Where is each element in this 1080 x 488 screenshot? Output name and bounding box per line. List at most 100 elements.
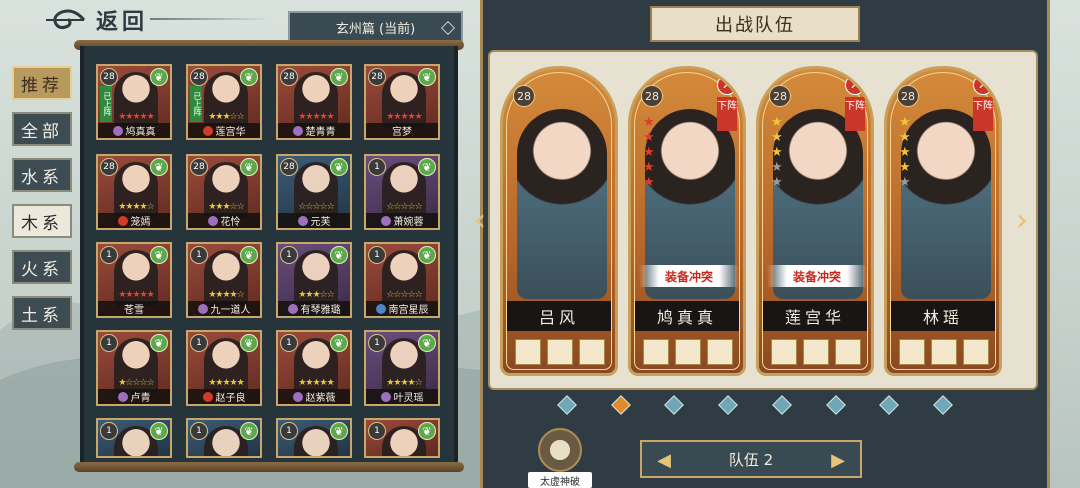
hero-stars: ☆☆☆☆☆ xyxy=(386,202,422,212)
weapon-slot-icon[interactable] xyxy=(643,339,669,365)
hero-level: 1 xyxy=(368,246,386,264)
hero-card[interactable]: 28 ❦ ★★★☆☆ 花怜 xyxy=(186,154,262,230)
chapter-select[interactable]: 玄州篇 (当前) xyxy=(288,11,463,43)
hero-card[interactable]: 1 ❦ ★★★★☆ 九一道人 xyxy=(186,242,262,318)
wood-element-icon: ❦ xyxy=(418,246,436,264)
team-member-card[interactable]: 28 ★ ★ ★ ★ ★ ✕ 下阵 装备冲突 鸠真真 xyxy=(628,66,746,376)
prev-arrow-icon[interactable]: ‹ xyxy=(470,200,490,240)
chapter-label: 玄州篇 (当前) xyxy=(335,21,416,37)
wood-element-icon: ❦ xyxy=(418,158,436,176)
equipment-slots xyxy=(771,339,861,365)
hero-card[interactable]: 1 ❦ ★★★★★ 苍雪 xyxy=(96,242,172,318)
filter-tab-water[interactable]: 水系 xyxy=(12,158,72,192)
accessory-slot-icon[interactable] xyxy=(579,339,605,365)
accessory-slot-icon[interactable] xyxy=(835,339,861,365)
hero-level: 28 xyxy=(368,68,386,86)
skill-orb-icon xyxy=(538,428,582,472)
team-member-card[interactable]: 28 吕风 xyxy=(500,66,618,376)
formation-skill[interactable]: 太虚神破 xyxy=(528,428,592,488)
page-dot[interactable] xyxy=(771,395,792,415)
hero-nameplate: 吕风 xyxy=(507,301,611,331)
team-page-indicator xyxy=(557,395,953,415)
hero-card[interactable]: 1 ❦ xyxy=(186,418,262,458)
hero-level: 28 xyxy=(513,85,535,107)
page-dot[interactable] xyxy=(718,395,739,415)
hero-card[interactable]: 1 ❦ xyxy=(96,418,172,458)
close-icon[interactable]: ✕ xyxy=(717,75,737,95)
hero-card[interactable]: 28 ❦ ☆☆☆☆☆ 元芙 xyxy=(276,154,352,230)
hero-card[interactable]: 1 ❦ ★★★★★ 赵子良 xyxy=(186,330,262,406)
filter-tab-all[interactable]: 全部 xyxy=(12,112,72,146)
page-dot[interactable] xyxy=(933,395,953,415)
filter-tab-wood[interactable]: 木系 xyxy=(12,204,72,238)
page-dot[interactable] xyxy=(664,395,685,415)
hero-level: 1 xyxy=(190,246,208,264)
hero-stars: ★★★★★ xyxy=(643,115,655,190)
next-arrow-icon[interactable]: › xyxy=(1012,200,1032,240)
page-dot[interactable] xyxy=(825,395,846,415)
armor-slot-icon[interactable] xyxy=(547,339,573,365)
armor-slot-icon[interactable] xyxy=(931,339,957,365)
hero-stars: ★★★★★ xyxy=(118,112,154,122)
hero-name: 笼嫣 xyxy=(98,213,170,228)
hero-name-text: 楚青青 xyxy=(305,127,336,138)
armor-slot-icon[interactable] xyxy=(675,339,701,365)
team-prev-icon[interactable]: ◀ xyxy=(652,448,676,472)
hero-card[interactable]: 1 ❦ ★★★★★ 赵紫薇 xyxy=(276,330,352,406)
hero-card[interactable]: 1 ❦ ★★★☆☆ 有琴雅璐 xyxy=(276,242,352,318)
hero-card[interactable]: 1 ❦ ☆☆☆☆☆ 南宫星辰 xyxy=(364,242,440,318)
close-icon[interactable]: ✕ xyxy=(973,75,993,95)
hero-card[interactable]: 28 ❦ 已上阵 ★★★★★ 鸠真真 xyxy=(96,64,172,140)
hero-name-text: 有琴雅璐 xyxy=(300,305,341,316)
dismiss-button[interactable]: 下阵 xyxy=(973,97,993,131)
hero-card[interactable]: 1 ❦ ★★★★☆ 叶灵瑶 xyxy=(364,330,440,406)
wood-element-icon: ❦ xyxy=(240,246,258,264)
hero-card[interactable]: 28 ❦ 已上阵 ★★★☆☆ 莲宫华 xyxy=(186,64,262,140)
wood-element-icon: ❦ xyxy=(330,422,348,440)
hero-stars: ★★★☆☆ xyxy=(208,112,244,122)
close-icon[interactable]: ✕ xyxy=(845,75,865,95)
hero-card[interactable]: 28 ❦ ★★★★★ 楚青青 xyxy=(276,64,352,140)
hero-card[interactable]: 1 ❦ xyxy=(364,418,440,458)
wood-element-icon: ❦ xyxy=(150,68,168,86)
hero-level: 28 xyxy=(190,68,208,86)
hero-name-text: 卢青 xyxy=(130,393,151,404)
hero-name: 卢青 xyxy=(98,389,170,404)
hero-level: 1 xyxy=(190,422,208,440)
team-member-card[interactable]: 28 ★ ★ ★ ★ ★ ✕ 下阵 林瑶 xyxy=(884,66,1002,376)
hero-level: 28 xyxy=(280,68,298,86)
page-dot[interactable] xyxy=(610,395,631,415)
hero-level: 1 xyxy=(100,422,118,440)
page-dot[interactable] xyxy=(557,395,577,415)
accessory-slot-icon[interactable] xyxy=(963,339,989,365)
hero-card[interactable]: 28 ❦ ★★★★☆ 笼嫣 xyxy=(96,154,172,230)
hero-name: 楚青青 xyxy=(278,123,350,138)
wood-element-icon: ❦ xyxy=(330,158,348,176)
weapon-slot-icon[interactable] xyxy=(771,339,797,365)
page-dot[interactable] xyxy=(879,395,900,415)
weapon-slot-icon[interactable] xyxy=(515,339,541,365)
faction-icon xyxy=(375,303,386,314)
wood-element-icon: ❦ xyxy=(150,422,168,440)
armor-slot-icon[interactable] xyxy=(803,339,829,365)
team-next-icon[interactable]: ▶ xyxy=(826,448,850,472)
team-member-card[interactable]: 28 ★ ★ ★ ★ ★ ✕ 下阵 装备冲突 莲宫华 xyxy=(756,66,874,376)
hero-card[interactable]: 28 ❦ ★★★★★ 宫梦 xyxy=(364,64,440,140)
filter-tab-earth[interactable]: 土系 xyxy=(12,296,72,330)
filter-tab-recommended[interactable]: 推荐 xyxy=(12,66,72,100)
weapon-slot-icon[interactable] xyxy=(899,339,925,365)
wood-element-icon: ❦ xyxy=(240,422,258,440)
hero-card[interactable]: 1 ❦ ☆☆☆☆☆ 萧婉蓉 xyxy=(364,154,440,230)
hero-stars: ★★★★★ xyxy=(386,112,422,122)
filter-tab-fire[interactable]: 火系 xyxy=(12,250,72,284)
back-swirl-icon xyxy=(46,9,86,30)
wood-element-icon: ❦ xyxy=(240,158,258,176)
hero-name-text: 赵子良 xyxy=(215,393,246,404)
dismiss-button[interactable]: 下阵 xyxy=(717,97,737,131)
accessory-slot-icon[interactable] xyxy=(707,339,733,365)
hero-card[interactable]: 1 ❦ ★☆☆☆☆ 卢青 xyxy=(96,330,172,406)
hero-nameplate: 鸠真真 xyxy=(635,301,739,331)
dismiss-button[interactable]: 下阵 xyxy=(845,97,865,131)
back-button[interactable]: 返回 xyxy=(44,4,194,36)
hero-card[interactable]: 1 ❦ xyxy=(276,418,352,458)
